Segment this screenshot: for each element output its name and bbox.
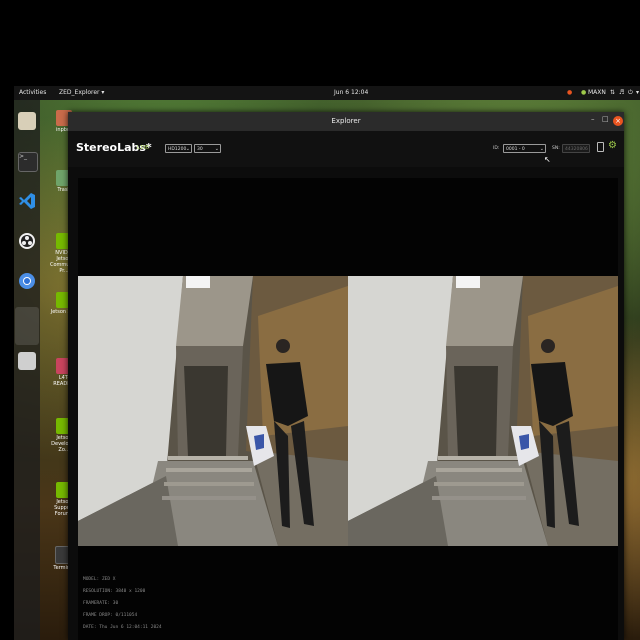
info-model: MODEL: ZED X: [83, 577, 116, 582]
power-mode-icon[interactable]: ●: [581, 89, 586, 96]
maximize-icon[interactable]: □: [602, 115, 609, 123]
minimize-icon[interactable]: –: [591, 115, 595, 123]
camera-id-value: 0001 - 0: [506, 147, 525, 152]
chevron-down-icon: ⌄: [539, 146, 544, 152]
explorer-window: Explorer – □ × StereoLabs* LIVE HD1200 ⌄ …: [68, 112, 624, 640]
system-top-bar: Activities ZED_Explorer ▾ Jun 6 12:04 ● …: [14, 86, 640, 100]
record-icon[interactable]: [597, 142, 604, 152]
viewer-area: MODEL: ZED X RESOLUTION: 3840 x 1200 FRA…: [78, 178, 618, 640]
dock: >_: [14, 100, 40, 640]
app-header: StereoLabs* LIVE HD1200 ⌄ 30 ⌄ ID: 0001 - …: [68, 131, 624, 167]
sn-label: SN:: [552, 146, 560, 151]
storage-icon[interactable]: [18, 352, 36, 370]
info-date: DATE: Thu Jun 6 12:04:11 2024: [83, 625, 162, 630]
live-badge: LIVE: [137, 145, 150, 151]
clock[interactable]: Jun 6 12:04: [334, 89, 368, 96]
serial-number-field[interactable]: 44320806: [562, 144, 590, 153]
fps-value: 30: [197, 147, 203, 152]
activities-button[interactable]: Activities: [19, 89, 46, 96]
fps-select[interactable]: 30 ⌄: [194, 144, 221, 153]
power-icon[interactable]: ⏻: [628, 89, 633, 97]
network-icon[interactable]: ⇅: [610, 89, 615, 96]
files-icon[interactable]: [18, 112, 36, 130]
resolution-select[interactable]: HD1200 ⌄: [165, 144, 192, 153]
right-camera-view[interactable]: [348, 276, 618, 546]
chromium-icon[interactable]: [18, 272, 36, 290]
window-titlebar[interactable]: Explorer – □ ×: [68, 112, 624, 131]
power-mode-label[interactable]: MAXN: [588, 89, 606, 96]
terminal-icon[interactable]: >_: [18, 152, 38, 172]
left-camera-view[interactable]: [78, 276, 348, 546]
obs-icon[interactable]: [18, 232, 36, 250]
vscode-icon[interactable]: [18, 192, 36, 210]
app-indicator-icon[interactable]: ●: [567, 89, 572, 96]
id-label: ID:: [493, 146, 500, 151]
app-menu-button[interactable]: ZED_Explorer ▾: [59, 89, 104, 96]
window-title: Explorer: [331, 117, 361, 125]
resolution-value: HD1200: [168, 147, 187, 152]
info-framerate: FRAMERATE: 30: [83, 601, 119, 606]
info-resolution: RESOLUTION: 3840 x 1200: [83, 589, 146, 594]
settings-gear-icon[interactable]: ⚙: [608, 140, 617, 151]
info-frame-drop: FRAME DROP: 0/111054: [83, 613, 138, 618]
close-icon[interactable]: ×: [613, 116, 623, 126]
system-menu-chevron-icon[interactable]: ▾: [636, 89, 639, 96]
screen: Activities ZED_Explorer ▾ Jun 6 12:04 ● …: [0, 0, 640, 640]
chevron-down-icon: ⌄: [214, 146, 219, 152]
camera-id-select[interactable]: 0001 - 0 ⌄: [503, 144, 546, 153]
chevron-down-icon: ⌄: [185, 146, 190, 152]
mouse-cursor-icon: ↖: [544, 155, 551, 164]
serial-number-value: 44320806: [565, 147, 588, 152]
apps-icon[interactable]: [15, 307, 39, 345]
volume-icon[interactable]: ♬: [619, 89, 624, 96]
